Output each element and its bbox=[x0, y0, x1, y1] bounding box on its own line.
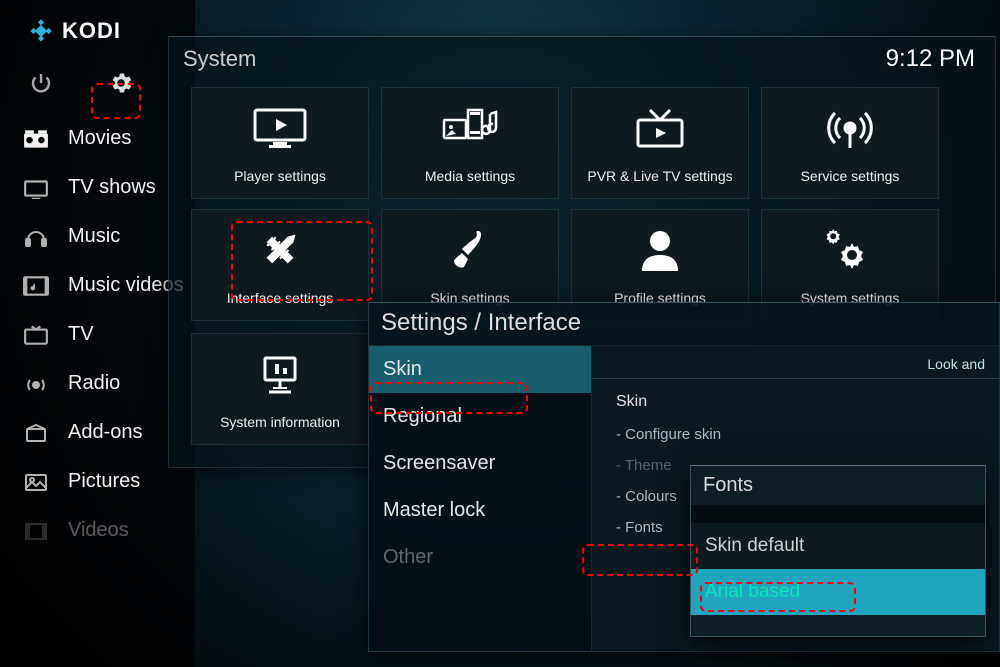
sidebar: KODI Movies TV shows Music Music videos … bbox=[0, 0, 195, 667]
tile-player-settings[interactable]: Player settings bbox=[191, 87, 369, 199]
tile-service-settings[interactable]: Service settings bbox=[761, 87, 939, 199]
logo: KODI bbox=[0, 18, 195, 62]
clock: 9:12 PM bbox=[886, 45, 975, 73]
category-other[interactable]: Other bbox=[369, 534, 591, 581]
sidebar-item-label: Radio bbox=[68, 372, 120, 395]
power-icon[interactable] bbox=[28, 70, 54, 96]
videos-icon bbox=[22, 520, 50, 542]
font-option-label: Arial based bbox=[705, 581, 800, 602]
movies-icon bbox=[22, 128, 50, 150]
brush-icon bbox=[448, 224, 492, 276]
media-icon bbox=[440, 102, 500, 154]
category-label: Screensaver bbox=[383, 452, 495, 474]
tile-label: Interface settings bbox=[227, 290, 334, 306]
tile-interface-settings[interactable]: Interface settings bbox=[191, 209, 369, 321]
monitor-play-icon bbox=[251, 102, 309, 154]
tile-system-information[interactable]: System information bbox=[191, 333, 369, 445]
user-icon bbox=[638, 224, 682, 276]
system-title: System bbox=[183, 46, 256, 72]
option-skin-heading[interactable]: Skin bbox=[616, 393, 999, 419]
sidebar-item-label: Videos bbox=[68, 519, 129, 542]
sidebar-item-label: TV bbox=[68, 323, 94, 346]
sidebar-item-label: Movies bbox=[68, 127, 131, 150]
sidebar-item-label: Add-ons bbox=[68, 421, 143, 444]
interface-title: Settings / Interface bbox=[369, 303, 999, 346]
font-option-skin-default[interactable]: Skin default bbox=[691, 523, 985, 569]
gears-icon bbox=[824, 224, 876, 276]
sidebar-item-pictures[interactable]: Pictures bbox=[0, 457, 195, 506]
sidebar-item-addons[interactable]: Add-ons bbox=[0, 408, 195, 457]
tile-label: System information bbox=[220, 414, 340, 430]
category-regional[interactable]: Regional bbox=[369, 393, 591, 440]
sidebar-item-music[interactable]: Music bbox=[0, 212, 195, 261]
addons-icon bbox=[22, 422, 50, 444]
fonts-divider bbox=[691, 505, 985, 523]
tile-label: Player settings bbox=[234, 168, 326, 184]
tile-label: Service settings bbox=[801, 168, 900, 184]
kodi-logo-icon bbox=[28, 18, 54, 44]
musicvideos-icon bbox=[22, 275, 50, 297]
sidebar-item-tv[interactable]: TV bbox=[0, 310, 195, 359]
fonts-title: Fonts bbox=[691, 466, 985, 505]
sidebar-item-tvshows[interactable]: TV shows bbox=[0, 163, 195, 212]
sidebar-item-label: Music bbox=[68, 225, 120, 248]
presentation-icon bbox=[257, 348, 303, 400]
font-option-arial-based[interactable]: Arial based bbox=[691, 569, 985, 615]
tile-media-settings[interactable]: Media settings bbox=[381, 87, 559, 199]
sidebar-item-label: TV shows bbox=[68, 176, 156, 199]
broadcast-icon bbox=[826, 102, 874, 154]
interface-categories: Skin Regional Screensaver Master lock Ot… bbox=[369, 346, 591, 650]
top-buttons bbox=[0, 62, 195, 114]
tile-label: Media settings bbox=[425, 168, 515, 184]
fonts-dialog: Fonts Skin default Arial based bbox=[690, 465, 986, 637]
sidebar-item-videos[interactable]: Videos bbox=[0, 506, 195, 555]
tvshows-icon bbox=[22, 177, 50, 199]
radio-icon bbox=[22, 373, 50, 395]
brand-text: KODI bbox=[62, 18, 121, 44]
music-icon bbox=[22, 226, 50, 248]
tv-icon bbox=[22, 324, 50, 346]
sidebar-item-label: Music videos bbox=[68, 274, 184, 297]
font-option-label: Skin default bbox=[705, 535, 804, 556]
sidebar-item-radio[interactable]: Radio bbox=[0, 359, 195, 408]
category-label: Skin bbox=[383, 358, 422, 380]
tile-label: PVR & Live TV settings bbox=[587, 168, 732, 184]
pencil-ruler-icon bbox=[255, 224, 305, 276]
category-skin[interactable]: Skin bbox=[369, 346, 591, 393]
pictures-icon bbox=[22, 471, 50, 493]
tv-antenna-icon bbox=[632, 102, 688, 154]
category-label: Other bbox=[383, 546, 433, 568]
category-label: Regional bbox=[383, 405, 462, 427]
tile-pvr-settings[interactable]: PVR & Live TV settings bbox=[571, 87, 749, 199]
option-configure-skin[interactable]: - Configure skin bbox=[616, 419, 999, 450]
gear-icon[interactable] bbox=[108, 70, 134, 96]
category-masterlock[interactable]: Master lock bbox=[369, 487, 591, 534]
sidebar-item-movies[interactable]: Movies bbox=[0, 114, 195, 163]
category-label: Master lock bbox=[383, 499, 485, 521]
category-screensaver[interactable]: Screensaver bbox=[369, 440, 591, 487]
sidebar-item-musicvideos[interactable]: Music videos bbox=[0, 261, 195, 310]
section-header: Look and bbox=[592, 346, 999, 378]
sidebar-item-label: Pictures bbox=[68, 470, 140, 493]
